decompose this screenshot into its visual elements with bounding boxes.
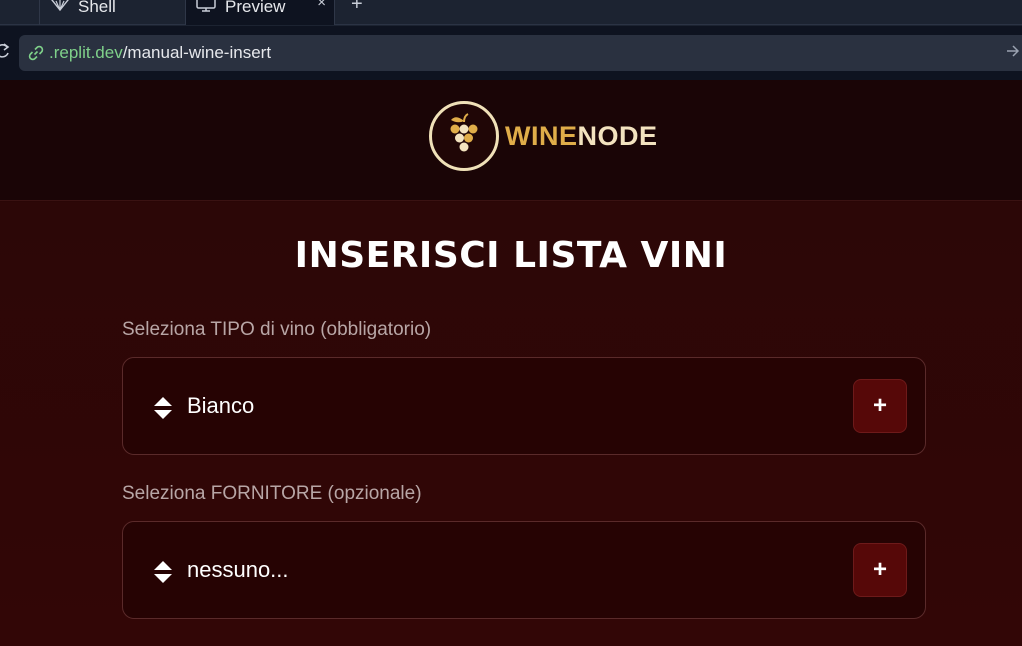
monitor-icon xyxy=(195,0,217,24)
add-supplier-button[interactable]: + xyxy=(853,543,907,597)
page-title: INSERISCI LISTA VINI xyxy=(294,235,728,276)
sort-arrows-icon xyxy=(153,396,173,425)
add-wine-type-button[interactable]: + xyxy=(853,379,907,433)
grapes-icon xyxy=(429,101,499,171)
logo[interactable]: WINENODE xyxy=(429,101,658,171)
logo-text-node: NODE xyxy=(577,120,658,151)
tab-label: Preview xyxy=(225,0,286,16)
logo-text: WINENODE xyxy=(505,121,658,152)
address-row: .replit.dev /manual-wine-insert xyxy=(0,26,1022,80)
supplier-value: nessuno... xyxy=(187,557,289,582)
shell-icon xyxy=(50,0,70,23)
wine-type-value: Bianco xyxy=(187,393,255,418)
app-container: WINENODE INSERISCI LISTA VINI Seleziona … xyxy=(0,80,1022,646)
tab-label: Shell xyxy=(78,0,116,16)
supplier-select[interactable]: nessuno... + xyxy=(122,521,926,619)
tab-shell[interactable]: Shell xyxy=(39,0,184,25)
url-path: /manual-wine-insert xyxy=(122,43,272,62)
sort-arrows-icon xyxy=(153,560,173,589)
tab-preview[interactable]: Preview × xyxy=(185,0,335,25)
url-host: .replit.dev xyxy=(49,43,123,62)
add-tab-icon[interactable]: + xyxy=(351,0,363,16)
logo-text-wine: WINE xyxy=(505,120,578,151)
app-header: WINENODE xyxy=(0,80,1022,201)
reload-icon[interactable] xyxy=(0,43,10,64)
main-content: INSERISCI LISTA VINI Seleziona TIPO di v… xyxy=(0,202,1022,646)
wine-type-select[interactable]: Bianco + xyxy=(122,357,926,455)
link-icon xyxy=(27,44,45,62)
url-field[interactable]: .replit.dev /manual-wine-insert xyxy=(19,35,1022,71)
wine-type-label: Seleziona TIPO di vino (obbligatorio) xyxy=(122,319,432,340)
close-icon[interactable]: × xyxy=(317,0,326,11)
browser-tab-bar: Shell Preview × + xyxy=(0,0,1022,25)
supplier-label: Seleziona FORNITORE (opzionale) xyxy=(122,483,422,504)
arrow-right-icon[interactable] xyxy=(1006,44,1020,62)
